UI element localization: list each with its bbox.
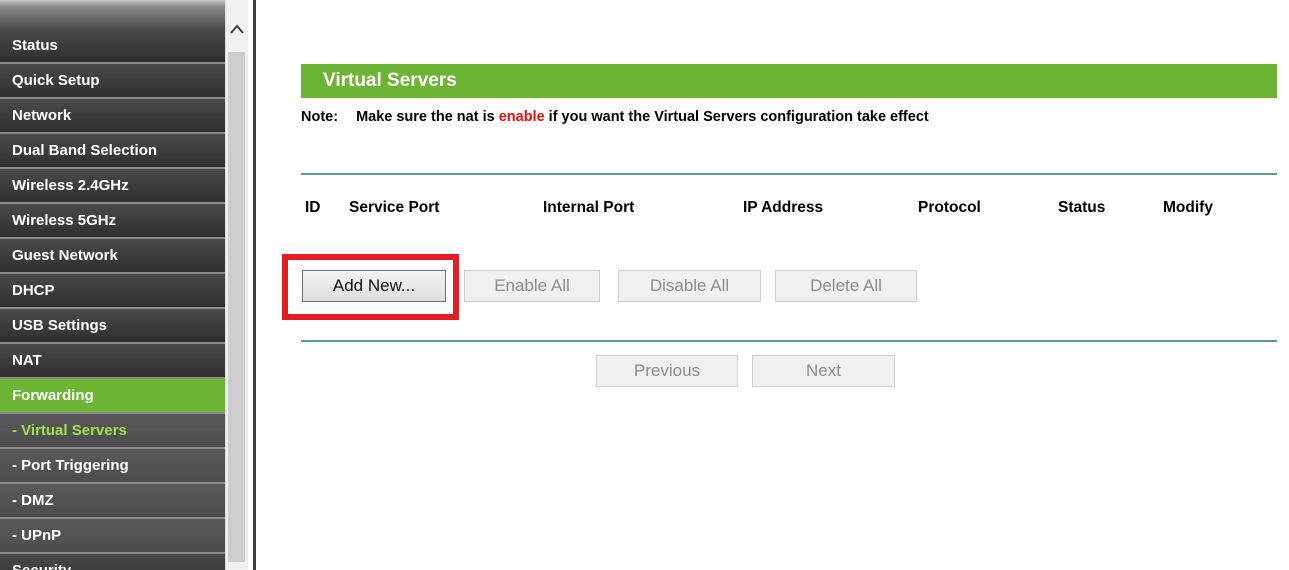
- sidebar-item-dhcp[interactable]: DHCP: [0, 274, 225, 309]
- sidebar-item-network[interactable]: Network: [0, 99, 225, 134]
- sidebar-item-dmz[interactable]: - DMZ: [0, 484, 225, 519]
- page-title: Virtual Servers: [301, 64, 1277, 98]
- add-new-highlight-box: [282, 254, 459, 320]
- chevron-up-icon[interactable]: [226, 16, 248, 42]
- delete-all-button[interactable]: Delete All: [775, 270, 917, 302]
- column-header-service-port: Service Port: [349, 199, 440, 216]
- note-enable-highlight: enable: [498, 109, 545, 125]
- disable-all-button[interactable]: Disable All: [618, 270, 761, 302]
- note-text-before: Make sure the nat is: [356, 109, 499, 125]
- sidebar-item-quick-setup[interactable]: Quick Setup: [0, 64, 225, 99]
- sidebar-top-strip: [0, 0, 225, 31]
- column-header-modify: Modify: [1163, 199, 1213, 216]
- sidebar-item-status[interactable]: Status: [0, 29, 225, 64]
- note-prefix: Note:: [301, 109, 339, 125]
- column-header-internal-port: Internal Port: [543, 199, 635, 216]
- column-header-id: ID: [305, 199, 321, 216]
- next-button[interactable]: Next: [752, 355, 895, 387]
- sidebar-item-wireless-2-4ghz[interactable]: Wireless 2.4GHz: [0, 169, 225, 204]
- column-header-ip-address: IP Address: [743, 199, 824, 216]
- scrollbar-thumb[interactable]: [228, 52, 245, 562]
- sidebar-item-port-triggering[interactable]: - Port Triggering: [0, 449, 225, 484]
- sidebar-item-forwarding[interactable]: Forwarding: [0, 379, 225, 414]
- previous-button[interactable]: Previous: [596, 355, 738, 387]
- note-text: Note: Make sure the nat is enable if you …: [301, 109, 929, 125]
- table-top-divider: [301, 173, 1277, 175]
- sidebar-item-wireless-5ghz[interactable]: Wireless 5GHz: [0, 204, 225, 239]
- sidebar-item-nat[interactable]: NAT: [0, 344, 225, 379]
- sidebar-item-dual-band-selection[interactable]: Dual Band Selection: [0, 134, 225, 169]
- menu-list: Status Quick Setup Network Dual Band Sel…: [0, 29, 225, 570]
- frame-divider: [253, 0, 256, 570]
- enable-all-button[interactable]: Enable All: [464, 270, 600, 302]
- column-header-protocol: Protocol: [918, 199, 981, 216]
- sidebar-item-guest-network[interactable]: Guest Network: [0, 239, 225, 274]
- sidebar-item-virtual-servers[interactable]: - Virtual Servers: [0, 414, 225, 449]
- note-text-after: if you want the Virtual Servers configur…: [544, 109, 929, 125]
- sidebar-item-security[interactable]: Security: [0, 554, 225, 570]
- sidebar-item-upnp[interactable]: - UPnP: [0, 519, 225, 554]
- table-bottom-divider: [301, 340, 1277, 342]
- column-header-status: Status: [1058, 199, 1106, 216]
- sidebar-menu: Status Quick Setup Network Dual Band Sel…: [0, 0, 225, 570]
- sidebar-scrollbar[interactable]: [225, 0, 248, 570]
- sidebar-item-usb-settings[interactable]: USB Settings: [0, 309, 225, 344]
